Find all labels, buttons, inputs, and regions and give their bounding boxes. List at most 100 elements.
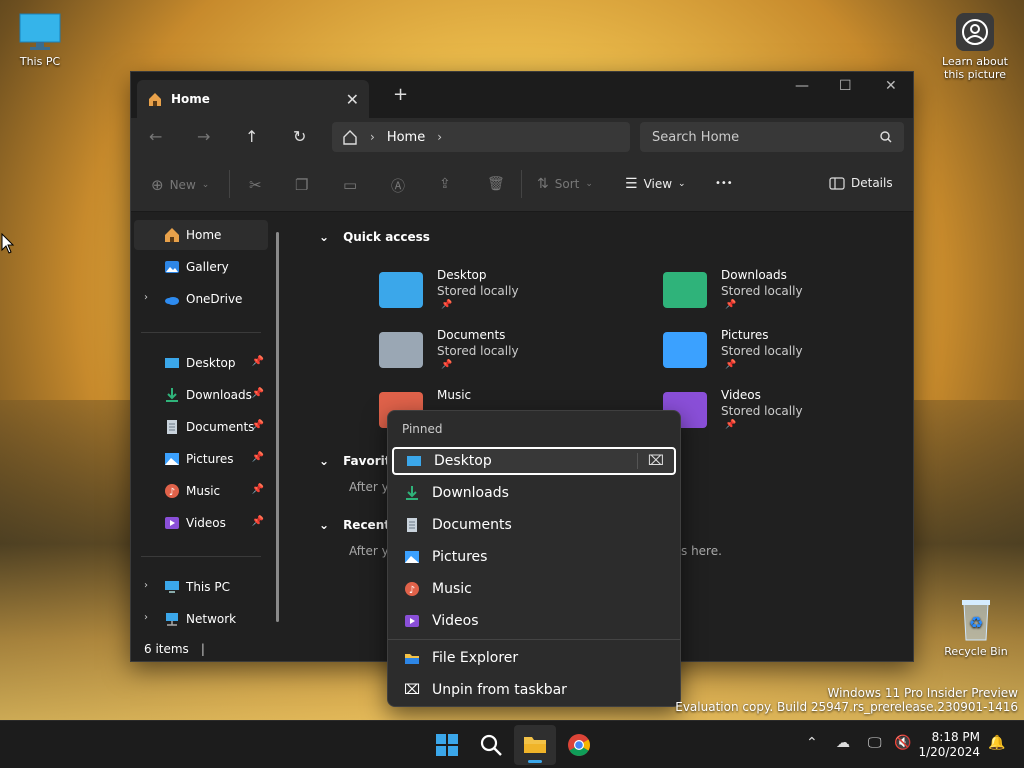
sidebar-item-downloads[interactable]: Downloads 📌	[134, 380, 268, 410]
share-icon[interactable]: ⇪	[439, 176, 451, 192]
jump-list-item-music[interactable]: ♪ Music	[392, 575, 676, 603]
chevron-down-icon: ⌄	[201, 180, 210, 190]
jump-list-item-videos[interactable]: Videos	[392, 607, 676, 635]
sidebar-item-home[interactable]: Home	[134, 220, 268, 250]
desktop-icon-recycle-bin[interactable]: ♻ Recycle Bin	[942, 598, 1010, 658]
chevron-right-icon[interactable]: ›	[144, 292, 148, 303]
quick-access-item-downloads[interactable]: Downloads Stored locally 📌	[663, 268, 923, 324]
quick-access-item-desktop[interactable]: Desktop Stored locally 📌	[379, 268, 639, 324]
copy-icon[interactable]: ❐	[295, 176, 308, 194]
cloud-icon	[165, 297, 179, 305]
unpin-icon[interactable]: ⌧	[636, 453, 664, 469]
volume-muted-icon[interactable]: 🔇	[894, 735, 911, 751]
view-button[interactable]: ☰ View ⌄	[625, 176, 686, 192]
display-tray-icon[interactable]: 🖵	[868, 735, 882, 751]
cut-icon[interactable]: ✂	[249, 176, 262, 194]
forward-arrow-icon[interactable]: →	[197, 127, 210, 146]
address-bar[interactable]: › Home ›	[332, 122, 630, 152]
start-windows-icon[interactable]	[435, 733, 459, 757]
pin-icon: 📌	[725, 300, 737, 310]
close-tab-icon[interactable]: ✕	[346, 90, 359, 109]
sidebar-item-documents[interactable]: Documents 📌	[134, 412, 268, 442]
search-icon[interactable]	[479, 733, 503, 757]
more-options-icon[interactable]: •••	[715, 178, 733, 189]
pin-icon: 📌	[251, 452, 264, 463]
tab-home[interactable]: Home ✕	[137, 80, 369, 118]
sidebar-item-onedrive[interactable]: › OneDrive	[134, 284, 268, 314]
breadcrumb[interactable]: Home	[387, 130, 425, 145]
jump-list-unpin-taskbar[interactable]: ⌧ Unpin from taskbar	[392, 676, 676, 704]
network-icon	[166, 613, 178, 626]
pin-icon: 📌	[251, 516, 264, 527]
desktop-icon-learn-picture[interactable]: Learn about this picture	[938, 12, 1012, 81]
paste-icon[interactable]: ▭	[343, 176, 357, 194]
sidebar-scrollbar[interactable]	[276, 232, 279, 622]
notification-bell-icon[interactable]: 🔔	[988, 735, 1005, 751]
back-arrow-icon[interactable]: ←	[149, 127, 162, 146]
details-pane-icon	[829, 176, 845, 190]
refresh-icon[interactable]: ↻	[293, 127, 306, 146]
breadcrumb-chevron-icon[interactable]: ›	[437, 130, 442, 144]
home-icon	[165, 228, 179, 242]
quick-access-item-videos[interactable]: Videos Stored locally 📌	[663, 388, 923, 444]
chevron-down-icon: ⌄	[678, 179, 686, 189]
unpin-icon: ⌧	[404, 682, 421, 698]
chevron-right-icon[interactable]: ›	[144, 580, 148, 591]
sidebar-item-pictures[interactable]: Pictures 📌	[134, 444, 268, 474]
desktop-icon-this-pc[interactable]: This PC	[14, 12, 66, 68]
picture-icon	[405, 551, 419, 563]
sidebar-item-this-pc[interactable]: › This PC	[134, 572, 268, 602]
onedrive-tray-icon[interactable]: ☁	[836, 735, 850, 751]
search-icon	[880, 131, 892, 143]
close-window-button[interactable]: ✕	[885, 78, 897, 94]
details-button[interactable]: Details	[829, 176, 893, 190]
new-button[interactable]: ⊕ New ⌄	[151, 176, 209, 194]
sidebar-item-videos[interactable]: Videos 📌	[134, 508, 268, 538]
pin-icon: 📌	[251, 484, 264, 495]
pin-icon: 📌	[441, 360, 453, 370]
sidebar-item-music[interactable]: ♪ Music 📌	[134, 476, 268, 506]
breadcrumb-chevron-icon: ›	[370, 130, 375, 144]
folder-icon	[524, 737, 546, 753]
minimize-button[interactable]: —	[795, 78, 809, 94]
rename-icon[interactable]: Ⓐ	[391, 176, 405, 196]
pin-icon: 📌	[441, 300, 453, 310]
search-input[interactable]: Search Home	[640, 122, 904, 152]
camera-info-icon	[956, 13, 994, 51]
jump-list-item-downloads[interactable]: Downloads	[392, 479, 676, 507]
downloads-folder-icon	[663, 272, 707, 308]
command-divider	[521, 170, 522, 198]
quick-access-item-pictures[interactable]: Pictures Stored locally 📌	[663, 328, 923, 384]
taskbar-file-explorer-active[interactable]	[514, 725, 556, 765]
sort-button[interactable]: ⇅ Sort ⌄	[537, 176, 593, 192]
view-list-icon: ☰	[625, 176, 638, 192]
maximize-button[interactable]: ☐	[839, 78, 852, 94]
jump-list-file-explorer[interactable]: File Explorer	[392, 644, 676, 672]
chevron-right-icon[interactable]: ›	[144, 612, 148, 623]
sort-icon: ⇅	[537, 176, 549, 192]
desktop-icon-label: Recycle Bin	[944, 645, 1008, 658]
jump-list-item-pictures[interactable]: Pictures	[392, 543, 676, 571]
music-icon: ♪	[165, 484, 179, 498]
monitor-icon	[165, 581, 179, 593]
up-arrow-icon[interactable]: ↑	[245, 127, 258, 146]
quick-access-item-documents[interactable]: Documents Stored locally 📌	[379, 328, 639, 384]
new-tab-button[interactable]: +	[393, 84, 408, 105]
gallery-icon	[165, 261, 179, 273]
system-clock[interactable]: 8:18 PM 1/20/2024	[918, 730, 980, 760]
active-indicator	[528, 760, 542, 763]
delete-icon[interactable]: 🗑	[487, 176, 505, 192]
command-bar: ⊕ New ⌄ ✂ ❐ ▭ Ⓐ ⇪ 🗑 ⇅ Sort ⌄ ☰ View ⌄ ••…	[131, 156, 913, 212]
download-icon	[166, 388, 178, 402]
sidebar-item-gallery[interactable]: Gallery	[134, 252, 268, 282]
jump-list-item-documents[interactable]: Documents	[392, 511, 676, 539]
section-recent[interactable]: ⌄ Recent	[319, 518, 390, 532]
jump-list-item-desktop[interactable]: Desktop ⌧	[392, 447, 676, 475]
folder-icon	[405, 654, 419, 664]
svg-text:♪: ♪	[169, 487, 175, 498]
chrome-icon[interactable]	[567, 733, 591, 757]
sidebar-item-desktop[interactable]: Desktop 📌	[134, 348, 268, 378]
sidebar-item-network[interactable]: › Network	[134, 604, 268, 634]
section-quick-access[interactable]: ⌄ Quick access	[319, 230, 430, 244]
tray-chevron-up-icon[interactable]: ⌃	[806, 735, 818, 751]
